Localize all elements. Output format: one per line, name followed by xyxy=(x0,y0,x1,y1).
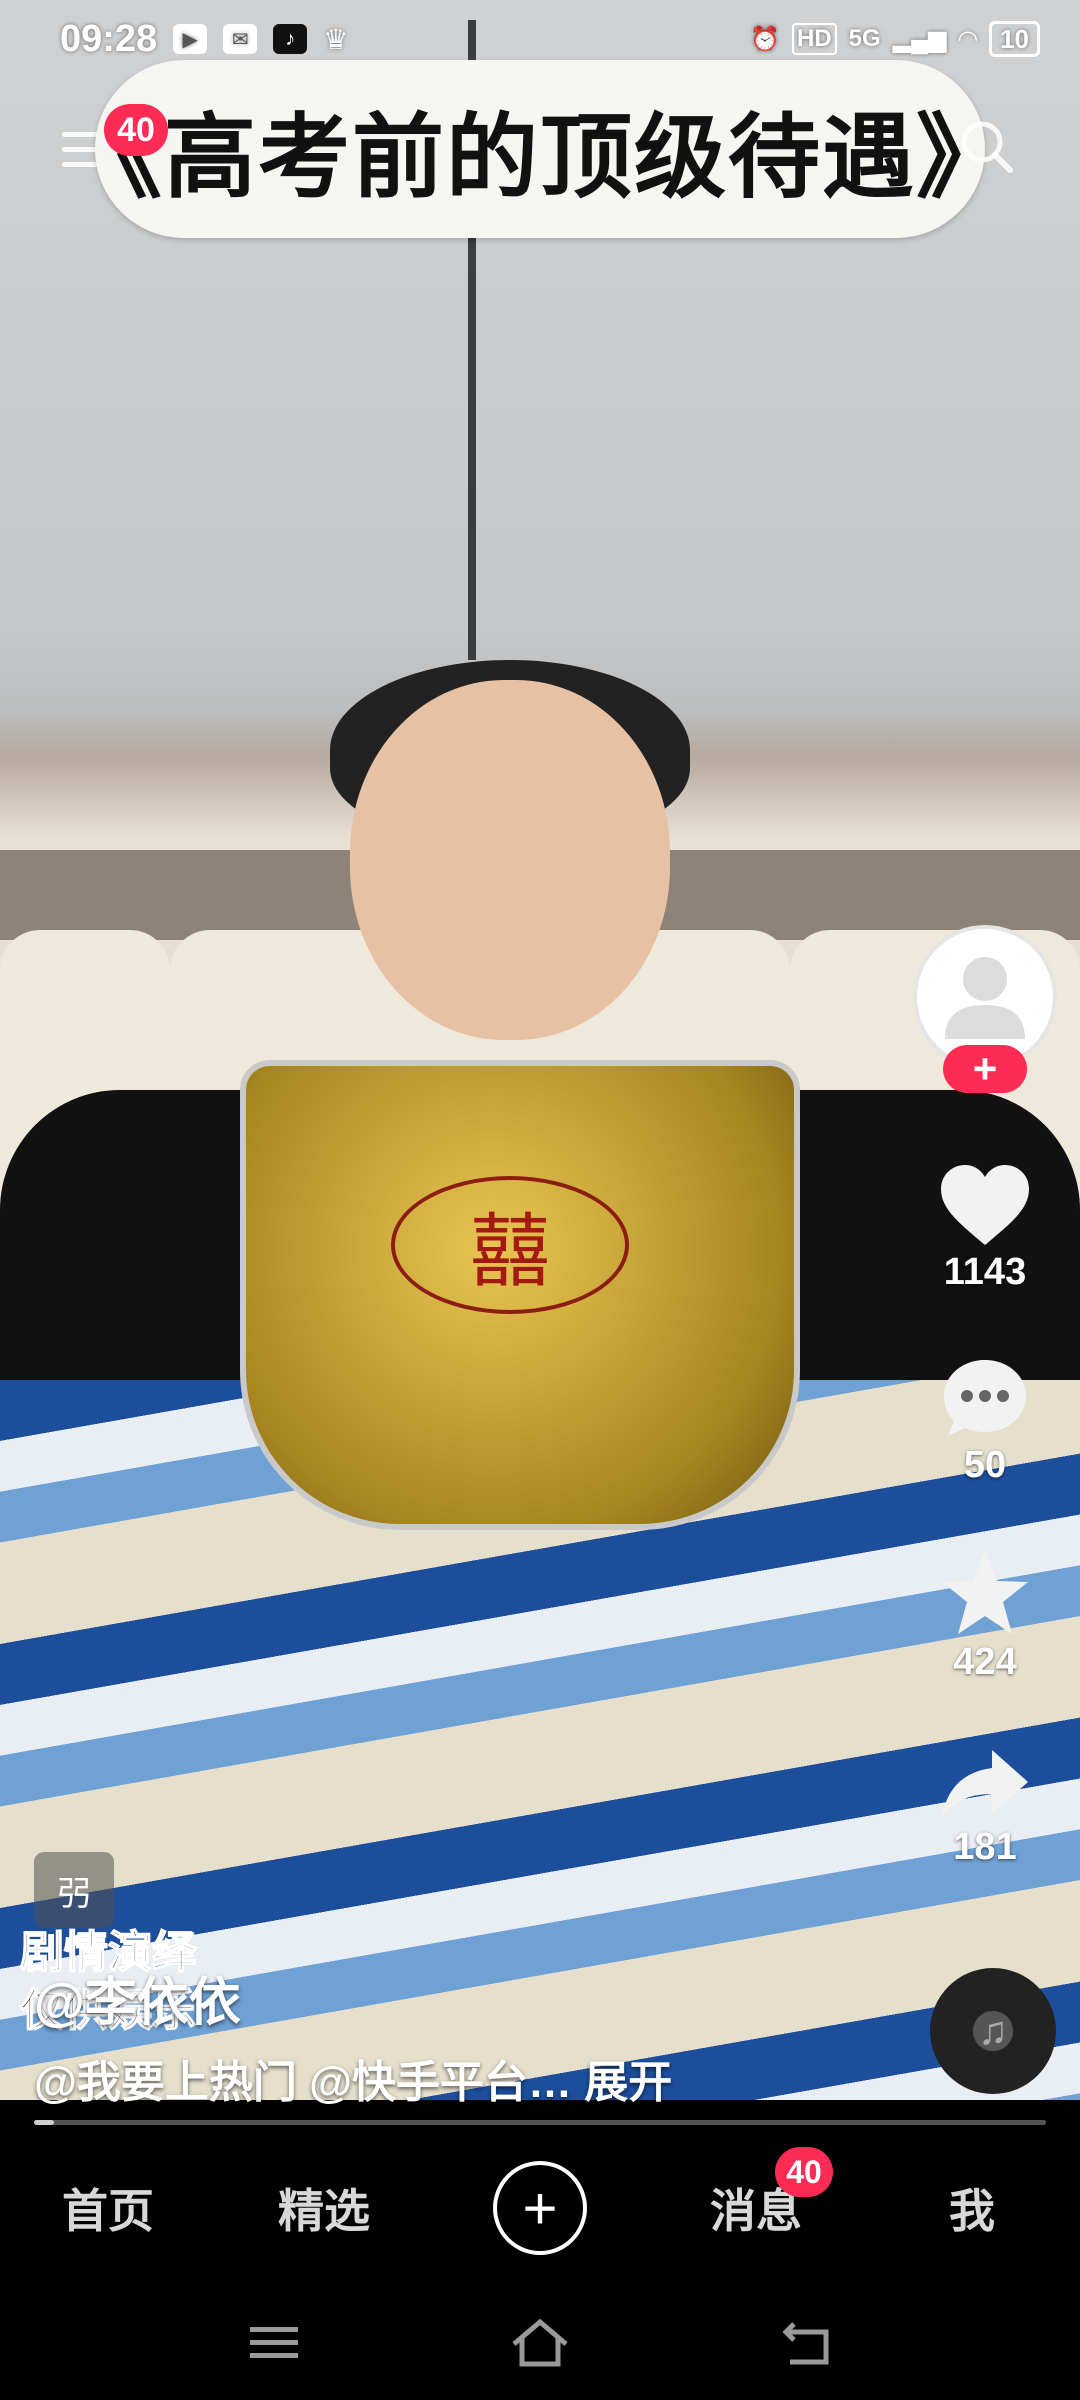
share-count: 181 xyxy=(953,1826,1017,1868)
wifi-icon: ◠ xyxy=(958,25,978,53)
network-indicator: 5G xyxy=(848,25,881,52)
back-icon[interactable] xyxy=(780,2320,832,2366)
pot-emblem: 囍 xyxy=(391,1176,629,1314)
side-action-bar: + 1143 50 424 181 xyxy=(910,925,1060,1869)
nav-messages[interactable]: 消息 40 xyxy=(681,2147,833,2241)
create-plus-icon: + xyxy=(493,2161,587,2255)
system-nav-bar xyxy=(0,2286,1080,2400)
follow-button[interactable]: + xyxy=(943,1045,1027,1093)
nav-home[interactable]: 首页 xyxy=(33,2175,183,2241)
video-caption[interactable]: @我要上热门 @快手平台… 展开 xyxy=(34,2046,672,2110)
nav-featured[interactable]: 精选 xyxy=(249,2175,399,2241)
bottom-nav: 首页 精选 + 消息 40 我 xyxy=(0,2130,1080,2286)
mail-app-icon: ✉ xyxy=(223,24,258,54)
search-icon[interactable] xyxy=(958,118,1016,176)
favorite-button[interactable]: 424 xyxy=(940,1549,1030,1684)
signal-icon: ▂▄▆ xyxy=(892,25,947,53)
alarm-icon: ⏰ xyxy=(750,25,780,53)
favorite-count: 424 xyxy=(953,1641,1017,1683)
music-note-icon: ♫ xyxy=(978,2008,1008,2053)
crown-icon: ♛ xyxy=(323,23,349,55)
heart-icon xyxy=(941,1165,1029,1245)
battery-indicator: 10 xyxy=(989,21,1040,57)
video-title: 《高考前的顶级待遇》 xyxy=(70,103,1011,211)
comment-count: 50 xyxy=(963,1444,1007,1486)
author-name[interactable]: @李依依 xyxy=(34,1960,241,2035)
recent-apps-icon[interactable] xyxy=(248,2323,300,2363)
star-icon xyxy=(942,1551,1028,1634)
messages-badge: 40 xyxy=(775,2147,833,2197)
music-disc[interactable]: ♫ xyxy=(930,1968,1056,2094)
video-app-icon: ▶ xyxy=(173,24,208,54)
status-time: 09:28 xyxy=(60,17,158,60)
home-icon[interactable] xyxy=(510,2318,570,2368)
golden-pot: 囍 xyxy=(240,1060,800,1530)
comment-button[interactable]: 50 xyxy=(940,1356,1030,1487)
notification-badge: 40 xyxy=(104,104,168,156)
user-icon xyxy=(945,957,1025,1039)
comment-icon xyxy=(944,1360,1026,1436)
nav-create[interactable]: + xyxy=(465,2161,615,2255)
share-icon xyxy=(942,1750,1028,1818)
like-count: 1143 xyxy=(943,1251,1027,1293)
hd-indicator: HD xyxy=(792,23,837,55)
nav-me[interactable]: 我 xyxy=(897,2175,1047,2241)
video-progress-bar[interactable] xyxy=(34,2120,1046,2125)
tiktok-app-icon: ♪ xyxy=(273,24,308,54)
content-tag: 弜 xyxy=(34,1852,114,1928)
title-banner: 《高考前的顶级待遇》 xyxy=(70,60,1008,238)
person-face xyxy=(350,680,670,1040)
share-button[interactable]: 181 xyxy=(940,1746,1030,1869)
like-button[interactable]: 1143 xyxy=(939,1163,1031,1294)
video-progress-fill xyxy=(34,2120,55,2125)
